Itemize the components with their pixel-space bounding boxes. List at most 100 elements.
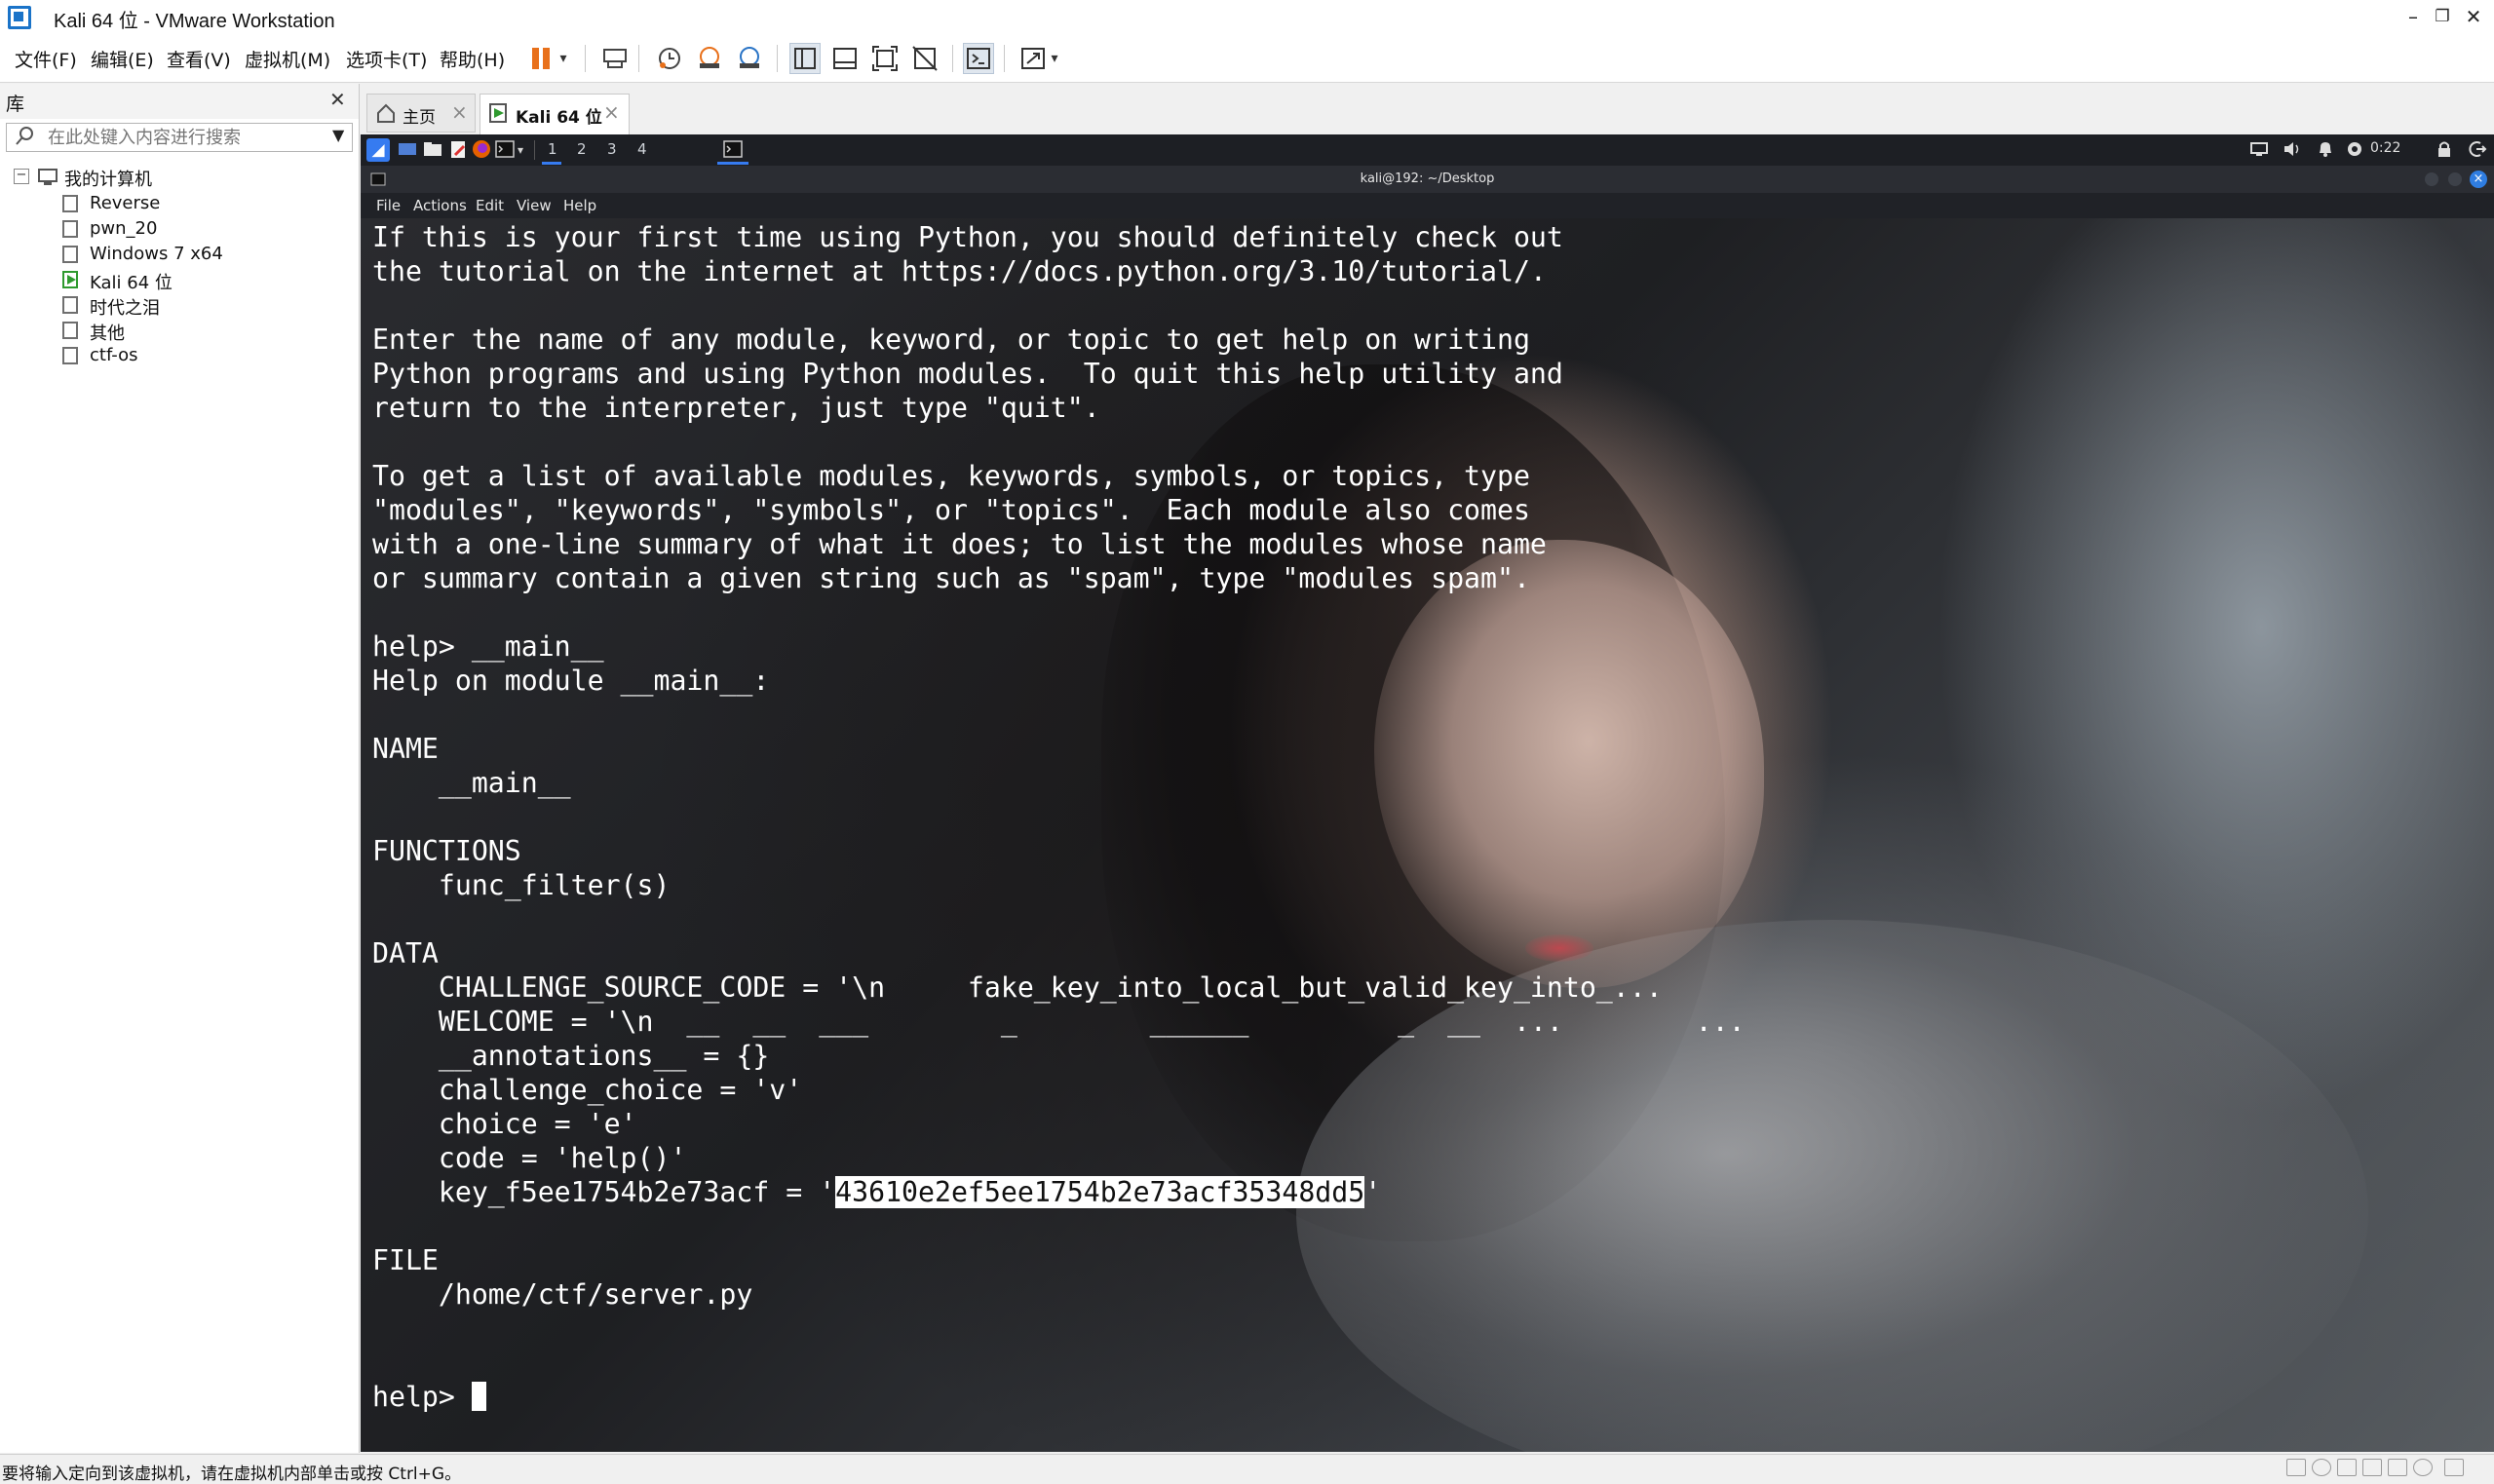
terminal-close-button[interactable]: × bbox=[2470, 171, 2487, 188]
vm-name: ctf-os bbox=[90, 345, 138, 365]
display-status-icon[interactable] bbox=[2413, 1459, 2433, 1476]
vm-icon bbox=[62, 347, 78, 364]
cd-dvd-icon[interactable] bbox=[2312, 1459, 2331, 1476]
message-log-icon[interactable] bbox=[2444, 1459, 2464, 1476]
search-dropdown-icon[interactable]: ▼ bbox=[332, 126, 344, 144]
terminal-titlebar[interactable]: kali@192: ~/Desktop × bbox=[361, 166, 2494, 193]
terminal-line: __main__ bbox=[372, 767, 571, 799]
display-icon[interactable] bbox=[2247, 138, 2271, 162]
tree-item-vm[interactable]: ctf-os bbox=[62, 343, 345, 368]
fullscreen-icon[interactable] bbox=[869, 43, 901, 74]
tree-collapse-icon[interactable]: − bbox=[14, 169, 29, 184]
menu-tabs[interactable]: 选项卡(T) bbox=[346, 46, 427, 72]
file-manager-icon[interactable] bbox=[421, 138, 444, 162]
menu-vm[interactable]: 虚拟机(M) bbox=[245, 46, 330, 72]
console-icon[interactable] bbox=[963, 43, 994, 74]
tree-item-vm[interactable]: pwn_20 bbox=[62, 216, 345, 242]
power-manager-icon[interactable] bbox=[2343, 138, 2366, 162]
terminal-prompt-line[interactable]: help> bbox=[372, 1380, 486, 1414]
menu-bar: 文件(F) 编辑(E) 查看(V) 虚拟机(M) 选项卡(T) 帮助(H) ▾ … bbox=[0, 35, 2494, 83]
tree-item-vm[interactable]: Windows 7 x64 bbox=[62, 242, 345, 267]
volume-icon[interactable] bbox=[2281, 138, 2304, 162]
terminal-menu-help[interactable]: Help bbox=[563, 197, 596, 214]
lock-screen-icon[interactable] bbox=[2433, 138, 2456, 162]
toolbar-separator bbox=[952, 45, 953, 72]
firefox-icon[interactable] bbox=[470, 138, 493, 162]
vm-display[interactable]: ◢ ▾ 1 2 3 4 0:22 kali@192: ~/Desktop × F… bbox=[361, 134, 2494, 1452]
terminal-line: FUNCTIONS bbox=[372, 835, 521, 867]
tab-close-icon[interactable]: × bbox=[603, 100, 620, 124]
vm-icon bbox=[62, 296, 78, 314]
vm-name: 其他 bbox=[90, 323, 125, 344]
snapshot-manager-icon[interactable] bbox=[734, 43, 765, 74]
panel-clock[interactable]: 0:22 bbox=[2370, 140, 2400, 156]
show-library-icon[interactable] bbox=[789, 43, 821, 74]
terminal-line: choice = 'e' bbox=[372, 1108, 637, 1140]
menu-file[interactable]: 文件(F) bbox=[15, 46, 77, 72]
terminal-menubar: File Actions Edit View Help bbox=[361, 193, 2494, 218]
terminal-menu-actions[interactable]: Actions bbox=[413, 197, 467, 214]
unity-icon[interactable] bbox=[909, 43, 940, 74]
tab-home[interactable]: 主页 × bbox=[366, 94, 476, 133]
sound-card-icon[interactable] bbox=[2388, 1459, 2407, 1476]
terminal-menu-edit[interactable]: Edit bbox=[476, 197, 504, 214]
library-search-box[interactable]: ▼ bbox=[6, 123, 353, 152]
workspace-3[interactable]: 3 bbox=[607, 140, 617, 158]
vm-icon bbox=[62, 246, 78, 263]
usb-controller-icon[interactable] bbox=[2362, 1459, 2382, 1476]
terminal-menu-view[interactable]: View bbox=[517, 197, 552, 214]
tree-item-vm[interactable]: 其他 bbox=[62, 318, 345, 344]
menu-view[interactable]: 查看(V) bbox=[167, 46, 231, 72]
active-workspace-indicator bbox=[542, 162, 561, 165]
taskbar-terminal-icon[interactable] bbox=[721, 138, 745, 162]
snapshot-icon[interactable] bbox=[654, 43, 685, 74]
logout-icon[interactable] bbox=[2466, 138, 2489, 162]
terminal-title: kali@192: ~/Desktop bbox=[1360, 171, 1495, 186]
vm-icon bbox=[62, 220, 78, 238]
workspace-4[interactable]: 4 bbox=[637, 140, 647, 158]
terminal-line: return to the interpreter, just type "qu… bbox=[372, 392, 1100, 424]
toolbar-separator bbox=[638, 45, 639, 72]
panel-separator bbox=[534, 140, 535, 160]
tab-label: 主页 bbox=[403, 108, 436, 128]
notification-bell-icon[interactable] bbox=[2314, 138, 2337, 162]
library-close-button[interactable]: ✕ bbox=[329, 88, 346, 111]
menu-edit[interactable]: 编辑(E) bbox=[91, 46, 154, 72]
library-title: 库 bbox=[6, 94, 25, 115]
terminal-minimize-button[interactable] bbox=[2425, 172, 2438, 186]
terminal-line: FILE bbox=[372, 1244, 439, 1276]
terminal-menu-file[interactable]: File bbox=[376, 197, 401, 214]
hard-disk-icon[interactable] bbox=[2286, 1459, 2306, 1476]
terminal-line: code = 'help()' bbox=[372, 1142, 687, 1174]
tab-kali[interactable]: Kali 64 位 × bbox=[480, 94, 630, 134]
terminal-line: or summary contain a given string such a… bbox=[372, 562, 1530, 594]
menu-help[interactable]: 帮助(H) bbox=[440, 46, 505, 72]
thumbnail-bar-icon[interactable] bbox=[829, 43, 861, 74]
stretch-dropdown-icon[interactable]: ▾ bbox=[1045, 43, 1064, 74]
text-editor-icon[interactable] bbox=[446, 138, 470, 162]
terminal-line: __annotations__ = {} bbox=[372, 1040, 770, 1072]
tab-strip: 主页 × Kali 64 位 × bbox=[361, 84, 2494, 135]
pause-dropdown-icon[interactable]: ▾ bbox=[554, 43, 573, 74]
tree-item-vm-active[interactable]: Kali 64 位 bbox=[62, 267, 345, 293]
terminal-dropdown-icon[interactable]: ▾ bbox=[513, 138, 528, 162]
tab-label: Kali 64 位 bbox=[516, 108, 602, 128]
kali-menu-icon[interactable]: ◢ bbox=[366, 138, 390, 162]
tree-item-vm[interactable]: Reverse bbox=[62, 191, 345, 216]
close-button[interactable]: ✕ bbox=[2454, 0, 2493, 35]
library-search-input[interactable] bbox=[48, 127, 321, 148]
workspace-1[interactable]: 1 bbox=[548, 140, 557, 158]
background-wallpaper-image bbox=[1525, 934, 1593, 962]
show-desktop-icon[interactable] bbox=[396, 138, 419, 162]
selected-key-value[interactable]: 43610e2ef5ee1754b2e73acf35348dd5 bbox=[835, 1176, 1365, 1208]
send-ctrl-alt-del-icon[interactable] bbox=[599, 43, 631, 74]
terminal-maximize-button[interactable] bbox=[2448, 172, 2462, 186]
tree-item-vm[interactable]: 时代之泪 bbox=[62, 292, 345, 319]
workspace-2[interactable]: 2 bbox=[577, 140, 587, 158]
active-window-indicator bbox=[717, 162, 748, 165]
tab-close-icon[interactable]: × bbox=[451, 100, 468, 124]
network-adapter-icon[interactable] bbox=[2337, 1459, 2357, 1476]
revert-snapshot-icon[interactable] bbox=[694, 43, 725, 74]
terminal-output[interactable]: If this is your first time using Python,… bbox=[361, 218, 2494, 1452]
help-prompt: help> bbox=[372, 1381, 472, 1413]
